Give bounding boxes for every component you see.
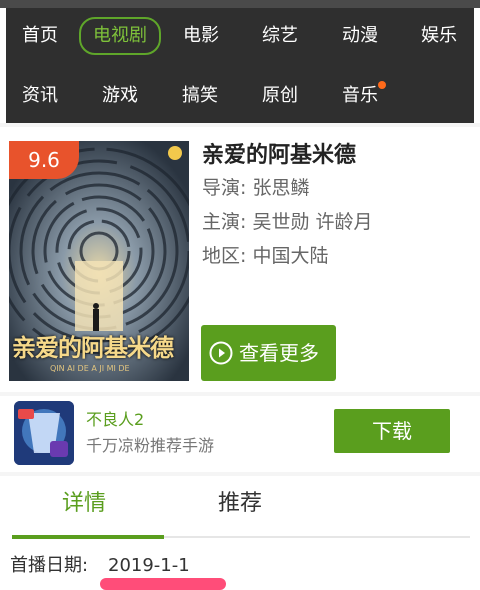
premiere-date-value: 2019-1-1 bbox=[108, 555, 190, 576]
highlight-mark bbox=[100, 578, 226, 590]
nav-item-anime[interactable]: 动漫 bbox=[342, 24, 378, 48]
nav-item-original[interactable]: 原创 bbox=[262, 84, 298, 108]
show-director: 导演: 张思鳞 bbox=[202, 177, 310, 199]
nav-item-variety[interactable]: 综艺 bbox=[262, 24, 298, 48]
show-title: 亲爱的阿基米德 bbox=[202, 143, 357, 168]
game-name[interactable]: 不良人2 bbox=[86, 410, 144, 430]
category-nav bbox=[6, 8, 474, 123]
new-badge-dot bbox=[378, 81, 386, 89]
premiere-date-label: 首播日期: bbox=[10, 555, 89, 576]
nav-item-home[interactable]: 首页 bbox=[22, 24, 58, 48]
nav-item-funny[interactable]: 搞笑 bbox=[182, 84, 218, 108]
view-more-button[interactable]: 查看更多 bbox=[201, 325, 336, 381]
show-cast: 主演: 吴世勋 许龄月 bbox=[202, 211, 373, 233]
tab-recommend[interactable]: 推荐 bbox=[218, 489, 262, 519]
status-bar-strip bbox=[0, 0, 480, 8]
nav-item-music[interactable]: 音乐 bbox=[342, 84, 378, 108]
channel-logo-icon bbox=[168, 146, 182, 160]
tab-details[interactable]: 详情 bbox=[62, 489, 106, 519]
poster-subtitle-art: QIN AI DE A JI MI DE bbox=[50, 364, 130, 373]
poster-title-art: 亲爱的阿基米德 bbox=[12, 334, 174, 362]
nav-item-entertainment[interactable]: 娱乐 bbox=[421, 24, 457, 48]
nav-item-games[interactable]: 游戏 bbox=[102, 84, 138, 108]
nav-item-movies[interactable]: 电影 bbox=[183, 24, 219, 48]
nav-item-news[interactable]: 资讯 bbox=[22, 84, 58, 108]
download-button[interactable]: 下载 bbox=[334, 409, 450, 453]
game-description: 千万凉粉推荐手游 bbox=[86, 436, 215, 455]
tab-divider bbox=[164, 536, 470, 538]
play-circle-icon bbox=[209, 341, 233, 365]
view-more-label: 查看更多 bbox=[239, 341, 319, 365]
game-logo-art bbox=[14, 401, 74, 465]
active-tab-indicator bbox=[12, 535, 164, 539]
game-app-icon[interactable] bbox=[14, 401, 74, 465]
show-region: 地区: 中国大陆 bbox=[202, 245, 329, 267]
nav-item-tv-series[interactable]: 电视剧 bbox=[79, 17, 161, 55]
rating-badge: 9.6 bbox=[9, 141, 79, 179]
